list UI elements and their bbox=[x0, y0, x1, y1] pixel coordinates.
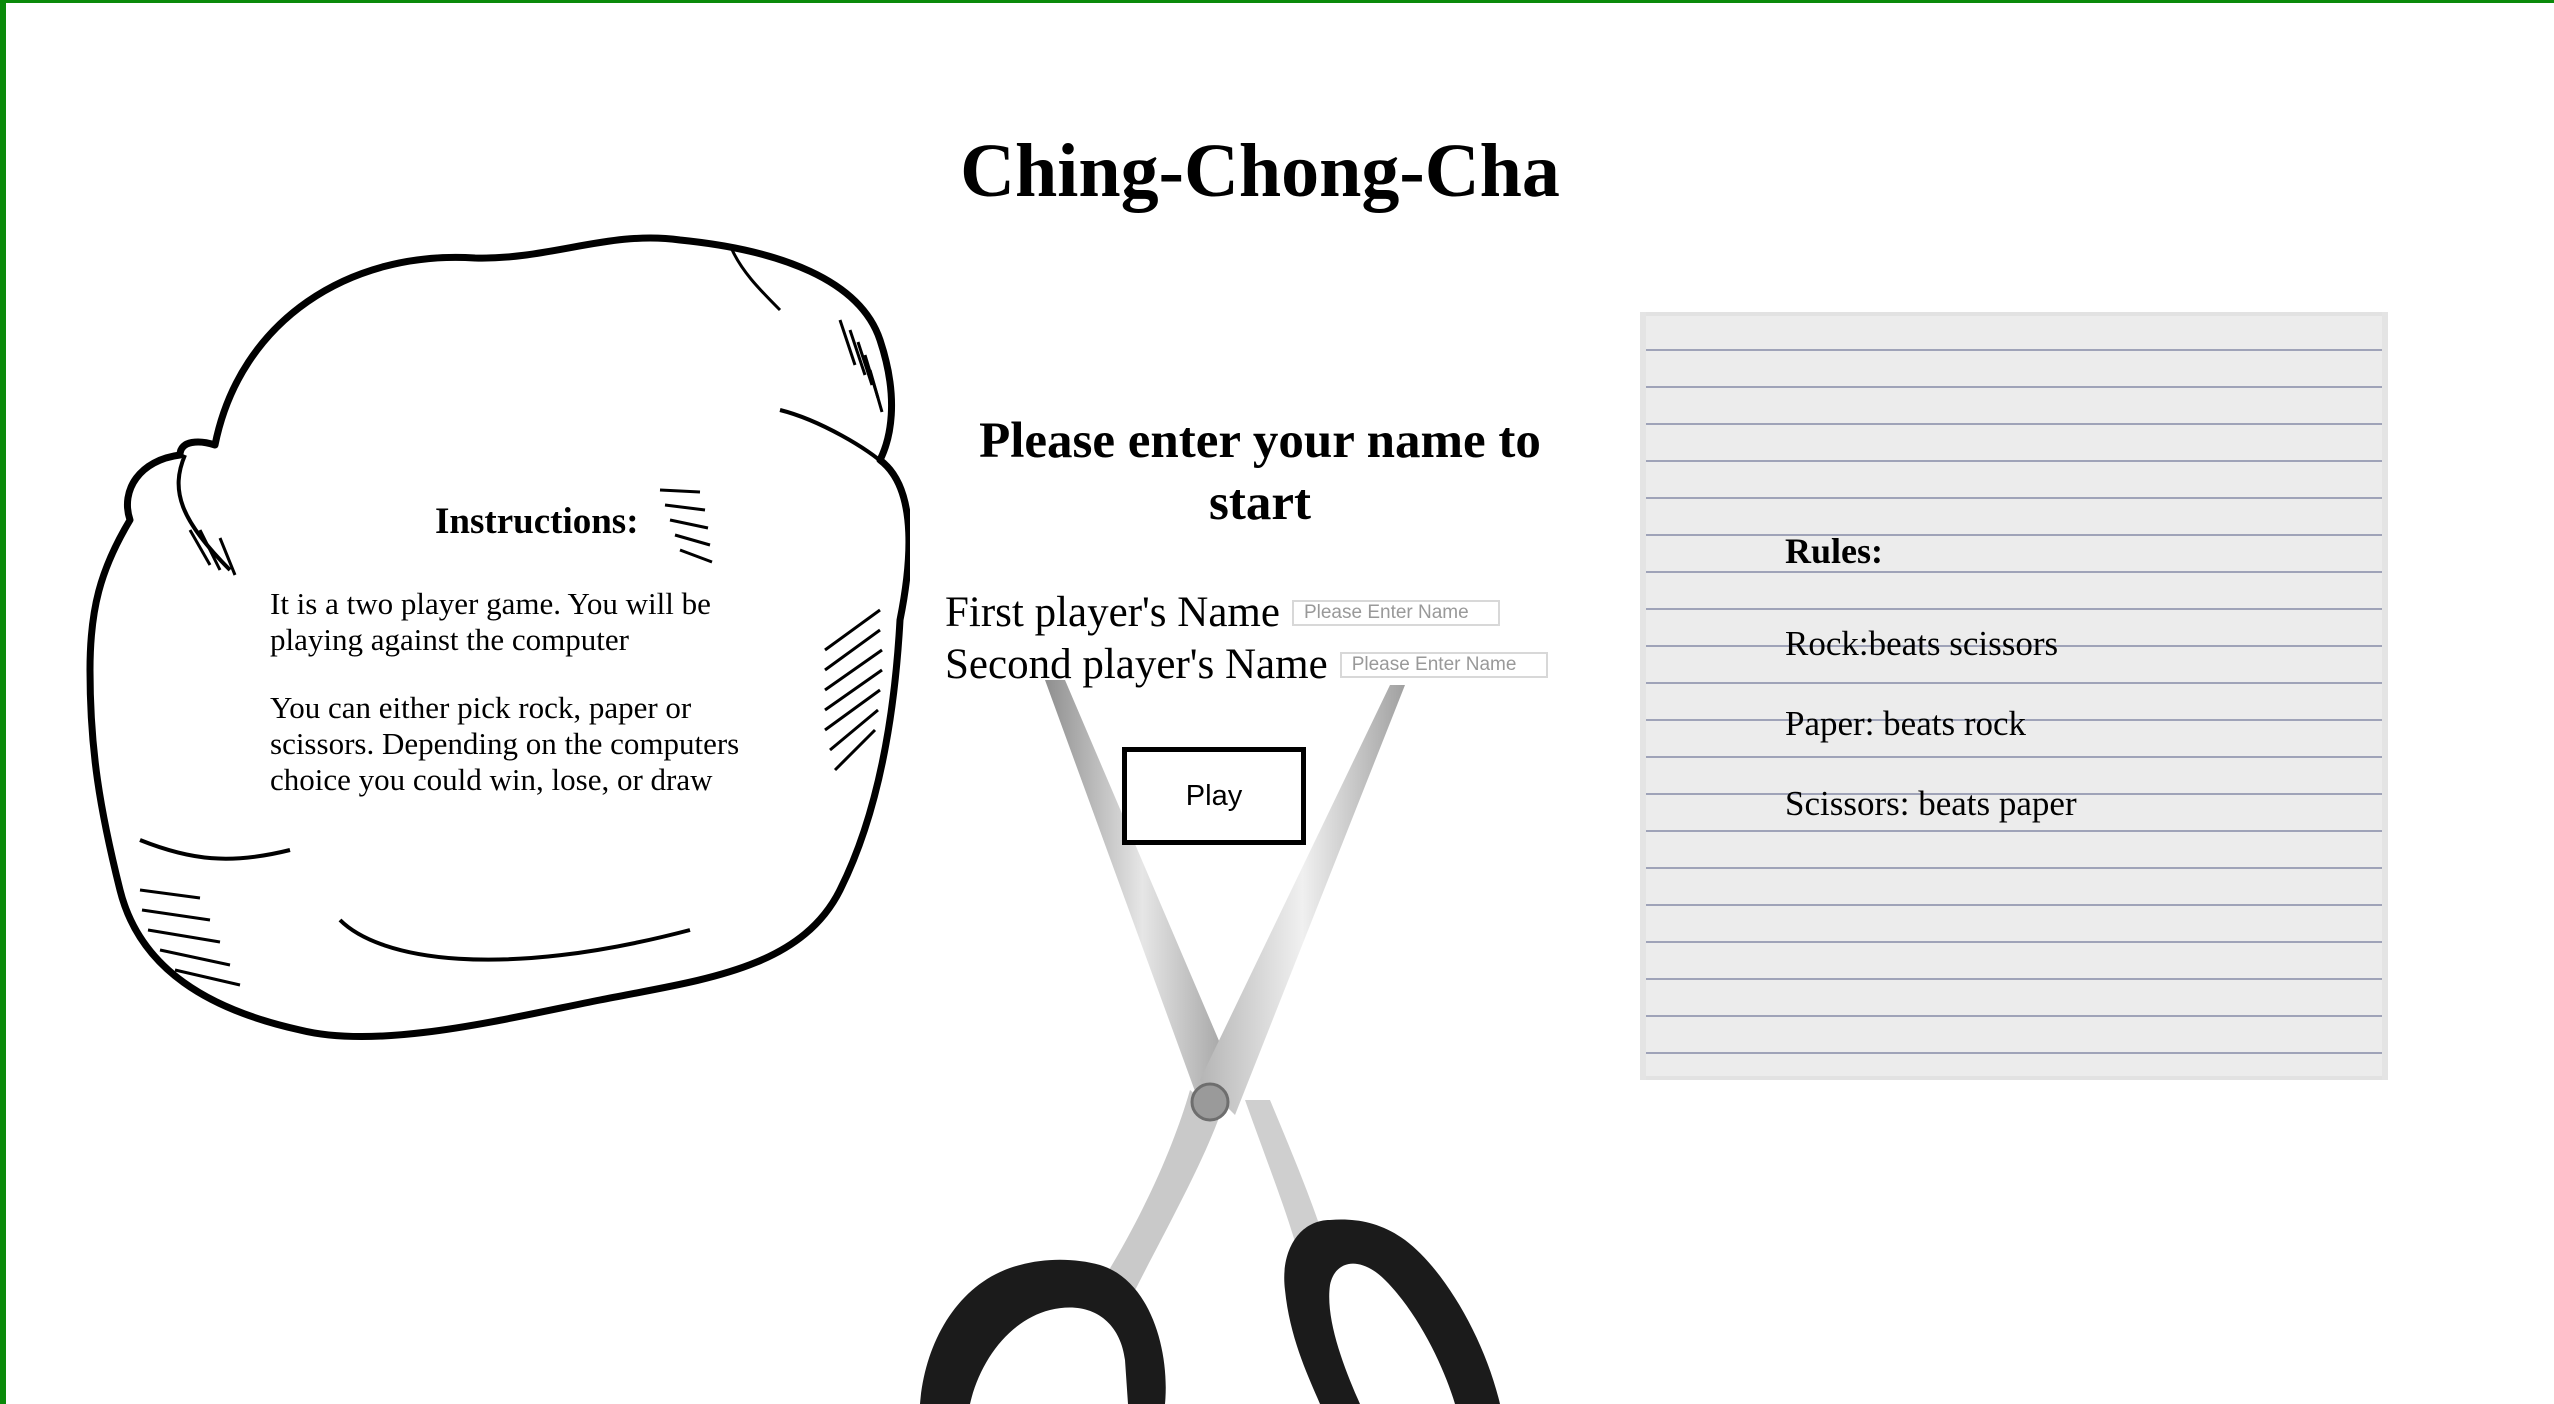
paper-edge bbox=[1640, 312, 1646, 1080]
first-player-input[interactable] bbox=[1291, 600, 1500, 626]
instructions-paragraph: It is a two player game. You will be pla… bbox=[270, 586, 711, 657]
second-player-input[interactable] bbox=[1339, 652, 1548, 678]
start-prompt: Please enter your name to start bbox=[979, 413, 1541, 531]
rule-item: Rock:beats scissors bbox=[1785, 624, 2059, 663]
rules-paper: Rules: Rock:beats scissors Paper: beats … bbox=[1640, 312, 2388, 1080]
first-player-label: First player's Name bbox=[945, 589, 1280, 636]
rules-title: Rules: bbox=[1785, 531, 1883, 571]
rock-panel: Instructions: It is a two player game. Y… bbox=[80, 190, 910, 1070]
rule-item: Scissors: beats paper bbox=[1785, 784, 2077, 823]
paper-edge bbox=[2382, 312, 2388, 1080]
instructions-paragraph: You can either pick rock, paper or sciss… bbox=[270, 690, 740, 797]
play-button[interactable]: Play bbox=[1122, 747, 1306, 845]
instructions-title: Instructions: bbox=[435, 501, 639, 542]
first-player-row: First player's Name bbox=[945, 588, 1500, 638]
second-player-row: Second player's Name bbox=[945, 640, 1548, 690]
second-player-label: Second player's Name bbox=[945, 641, 1328, 688]
rule-item: Paper: beats rock bbox=[1785, 704, 2027, 743]
